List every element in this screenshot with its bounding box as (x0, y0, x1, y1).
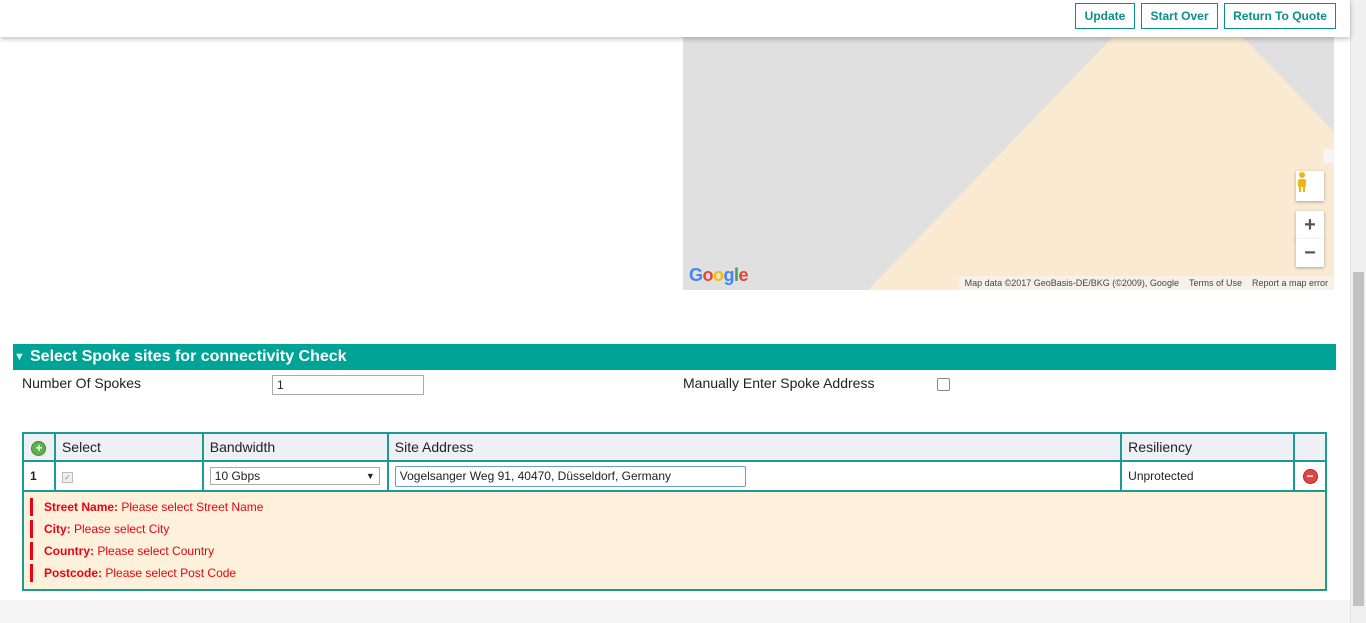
row-remove-cell: − (1293, 460, 1327, 492)
manual-address-checkbox[interactable] (937, 378, 950, 391)
row-number: 1 (22, 460, 56, 492)
zoom-in-button[interactable]: + (1296, 211, 1324, 240)
return-to-quote-button[interactable]: Return To Quote (1224, 3, 1336, 29)
google-logo: Google (689, 265, 749, 285)
page-scrollbar[interactable] (1350, 0, 1366, 623)
site-address-input[interactable]: Vogelsanger Weg 91, 40470, Düsseldorf, G… (394, 465, 746, 487)
add-row-cell: + (22, 432, 56, 462)
row-address-cell: Vogelsanger Weg 91, 40470, Düsseldorf, G… (386, 460, 1123, 492)
header-actions (1293, 432, 1327, 462)
error-street-name: Street Name: Please select Street Name (30, 498, 1319, 516)
validation-errors: Street Name: Please select Street Name C… (22, 490, 1327, 591)
error-postcode: Postcode: Please select Post Code (30, 564, 1319, 582)
spoke-sites-table: + Select Bandwidth Site Address Resilien… (22, 432, 1327, 591)
update-button[interactable]: Update (1075, 3, 1135, 29)
bandwidth-select[interactable]: 10 Gbps ▼ (209, 467, 380, 485)
start-over-button[interactable]: Start Over (1141, 3, 1218, 29)
map-attribution-bar: Map data ©2017 GeoBasis-DE/BKG (©2009), … (958, 276, 1334, 290)
scrollbar-thumb[interactable] (1353, 272, 1364, 606)
zoom-out-button[interactable]: − (1296, 239, 1324, 267)
row-resiliency: Unprotected (1120, 460, 1295, 492)
map-attribution: Map data ©2017 GeoBasis-DE/BKG (©2009), … (964, 278, 1179, 288)
header-resiliency: Resiliency (1120, 432, 1295, 462)
header-site-address: Site Address (386, 432, 1123, 462)
remove-row-icon[interactable]: − (1302, 468, 1318, 484)
map-canvas (683, 37, 1334, 290)
number-of-spokes-label: Number Of Spokes (22, 375, 142, 391)
row-select-checkbox[interactable]: ✓ (61, 472, 73, 483)
collapse-arrow-icon[interactable]: ▼ (14, 344, 25, 370)
terms-of-use-link[interactable]: Terms of Use (1189, 278, 1242, 288)
spoke-section-header[interactable]: ▼ Select Spoke sites for connectivity Ch… (13, 344, 1336, 370)
manual-address-label: Manually Enter Spoke Address (683, 375, 875, 391)
section-title: Select Spoke sites for connectivity Chec… (30, 348, 347, 365)
add-row-icon[interactable]: + (31, 440, 47, 456)
error-country: Country: Please select Country (30, 542, 1319, 560)
map-view[interactable]: + − Google Map data ©2017 GeoBasis-DE/BK… (683, 37, 1334, 290)
page-footer (0, 600, 1350, 623)
dropdown-arrow-icon: ▼ (365, 471, 375, 481)
bandwidth-value: 10 Gbps (214, 469, 261, 483)
row-bandwidth-cell: 10 Gbps ▼ (201, 460, 389, 492)
street-view-pegman-icon[interactable] (1296, 171, 1324, 201)
header-bandwidth: Bandwidth (201, 432, 389, 462)
table-row: 1 ✓ 10 Gbps ▼ Vogelsanger Weg 91, 40470,… (22, 460, 1327, 492)
table-header-row: + Select Bandwidth Site Address Resilien… (22, 432, 1327, 462)
error-city: City: Please select City (30, 520, 1319, 538)
row-select-cell: ✓ (53, 460, 204, 492)
header-select: Select (53, 432, 204, 462)
report-map-error-link[interactable]: Report a map error (1252, 278, 1328, 288)
validation-errors-row: Street Name: Please select Street Name C… (22, 490, 1327, 591)
number-of-spokes-input[interactable] (272, 375, 424, 395)
top-toolbar: Update Start Over Return To Quote (0, 0, 1350, 37)
